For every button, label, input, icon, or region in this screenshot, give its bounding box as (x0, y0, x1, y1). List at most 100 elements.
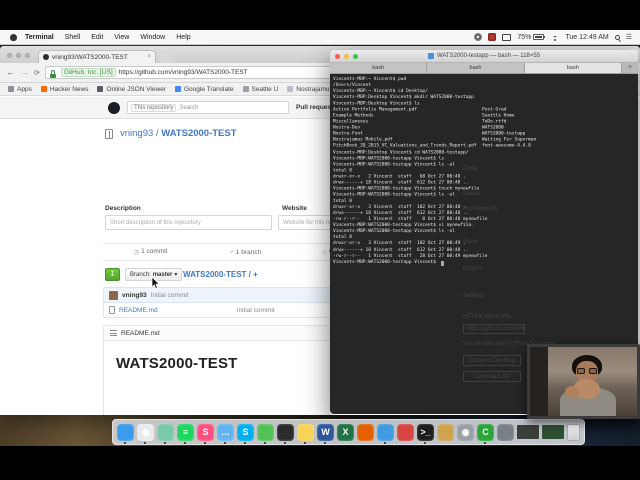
dock-design-app[interactable]: S (197, 423, 214, 444)
apple-menu-icon[interactable] (10, 33, 17, 41)
dock-minimized-window-1[interactable] (517, 425, 539, 439)
ev-certificate-badge[interactable]: GitHub, Inc. [US] (60, 68, 116, 77)
dock-notebook[interactable] (277, 423, 294, 444)
recording-indicator-icon[interactable] (488, 33, 497, 41)
url-text: https://github.com/vning93/WATS2000-TEST (118, 69, 248, 76)
bookmark-favicon (287, 86, 294, 92)
mi-item[interactable]: Window (140, 34, 165, 41)
stat-item[interactable]: ⑂ 1 branch (198, 249, 293, 256)
back-button[interactable]: ← (6, 68, 15, 77)
github-search-input[interactable]: This repository Search (127, 101, 289, 114)
dock-display-prefs[interactable] (497, 423, 514, 441)
dock-minimized-window-2[interactable] (542, 425, 564, 439)
terminal-tab-bar: bash bash bash + (330, 63, 638, 74)
dock-downloads-folder[interactable] (437, 423, 454, 441)
wifi-icon[interactable] (550, 34, 559, 41)
commit-message[interactable]: Initial commit (151, 292, 189, 299)
ghost-item: Clone in Desktop (463, 355, 521, 366)
bookmark-favicon (174, 86, 181, 92)
dock-skype[interactable]: S (237, 423, 254, 444)
mi-item[interactable]: Shell (65, 34, 81, 41)
github-favicon (43, 54, 49, 60)
bookmark-item[interactable]: Seattle U (242, 86, 278, 93)
dock-preview[interactable]: ◉ (457, 423, 474, 441)
webcam-overlay (527, 344, 640, 419)
terminal-window-controls[interactable] (335, 54, 358, 59)
spotlight-search-icon[interactable] (614, 34, 620, 40)
dock-excel[interactable]: X (337, 423, 354, 441)
menu-items[interactable]: Terminal Shell Edit View Window Help (25, 34, 202, 41)
browser-tab[interactable]: vning93/WATS2000-TEST × (38, 50, 156, 63)
bookmark-item[interactable]: Nostrajamus (287, 86, 333, 93)
dock[interactable]: ◉ ≡ S… S W X >_ ◉ C (112, 419, 585, 445)
person-glasses (577, 368, 597, 374)
bookmark-item[interactable]: Google Translate (174, 86, 234, 93)
repo-owner-link[interactable]: vning93 (120, 128, 153, 139)
ghost-item: Graphs (463, 266, 483, 272)
search-placeholder: Search (179, 104, 199, 111)
window-controls[interactable] (7, 53, 30, 58)
file-path-breadcrumb[interactable]: WATS2000-TEST / + (183, 270, 258, 279)
description-input[interactable]: Short description of this repository (105, 215, 272, 230)
terminal-new-tab-button[interactable]: + (622, 63, 638, 73)
terminal-doc-icon (427, 53, 434, 59)
dock-camtasia[interactable]: C (477, 423, 494, 444)
mi-item[interactable]: Terminal (25, 34, 54, 41)
dock-chrome[interactable]: ◉ (137, 423, 154, 444)
reload-button[interactable]: ⟳ (34, 69, 40, 77)
commit-author[interactable]: vning93 (122, 292, 147, 299)
dock-messages[interactable]: … (217, 423, 234, 444)
website-label: Website (282, 205, 307, 212)
dock-flame-app[interactable] (397, 423, 414, 441)
readme-list-icon (110, 330, 117, 336)
github-logo-icon[interactable] (108, 102, 120, 114)
notification-center-icon[interactable]: ☰ (626, 33, 632, 41)
bookmark-favicon (8, 86, 14, 92)
file-commit-message: Initial commit (236, 306, 275, 314)
stat-item[interactable]: ◷ 1 commit (103, 248, 198, 256)
dock-textedit[interactable] (377, 423, 394, 444)
https-lock-icon (49, 69, 56, 78)
file-name-link[interactable]: README.md (119, 307, 158, 314)
bookmark-item[interactable]: Apps (8, 86, 32, 93)
ttab-item[interactable]: bash (330, 63, 428, 73)
avatar (109, 290, 118, 300)
terminal-title-bar[interactable]: WATS2000-testapp — bash — 118×55 (330, 50, 638, 63)
menu-status-area: 75% Tue 12:49 AM ☰ (474, 33, 640, 41)
display-mirroring-icon[interactable] (502, 33, 512, 41)
screen-recorder-icon[interactable] (474, 33, 483, 41)
search-scope-chip[interactable]: This repository (131, 103, 177, 112)
dock-word[interactable]: W (317, 423, 334, 444)
terminal-tabs[interactable]: bash bash bash (330, 63, 622, 73)
bookmark-item[interactable]: Online JSON Viewer (97, 86, 166, 93)
dock-firefox[interactable] (357, 423, 374, 441)
dock-trash[interactable] (567, 423, 580, 441)
forward-button[interactable]: → (20, 68, 29, 77)
ghost-item: Download ZIP (463, 371, 521, 382)
bookmark-favicon (40, 86, 47, 92)
mi-item[interactable]: View (114, 34, 129, 41)
terminal-output: Vincents-MBP:~ Vincent$ pwd /Users/Vince… (333, 76, 537, 265)
nav-pull-requests[interactable]: Pull request (296, 104, 333, 111)
dock-cash-app[interactable] (257, 423, 274, 444)
new-tab-button[interactable] (155, 53, 175, 63)
repo-name-link[interactable]: WATS2000-TEST (161, 128, 236, 139)
mi-item[interactable]: Help (176, 34, 190, 41)
clone-button[interactable]: ↧ (105, 268, 120, 281)
dock-stickies[interactable] (297, 423, 314, 444)
battery-indicator[interactable]: 75% (517, 34, 546, 41)
dock-terminal[interactable]: >_ (417, 423, 434, 444)
ttab-item[interactable]: bash (427, 63, 525, 73)
dock-spotify[interactable]: ≡ (177, 423, 194, 444)
tab-title: vning93/WATS2000-TEST (52, 53, 128, 61)
tab-close-icon[interactable]: × (147, 54, 151, 60)
menu-clock[interactable]: Tue 12:49 AM (565, 34, 608, 41)
bookmark-item[interactable]: Hacker News (40, 86, 88, 93)
dock-photos[interactable] (157, 423, 174, 444)
mi-item[interactable]: Edit (91, 34, 103, 41)
ttab-item[interactable]: bash (524, 63, 622, 73)
letterbox-bottom (0, 446, 640, 480)
repo-icon (105, 129, 113, 139)
dock-finder[interactable] (117, 423, 134, 444)
terminal-title: WATS2000-testapp — bash — 118×55 (427, 53, 540, 59)
